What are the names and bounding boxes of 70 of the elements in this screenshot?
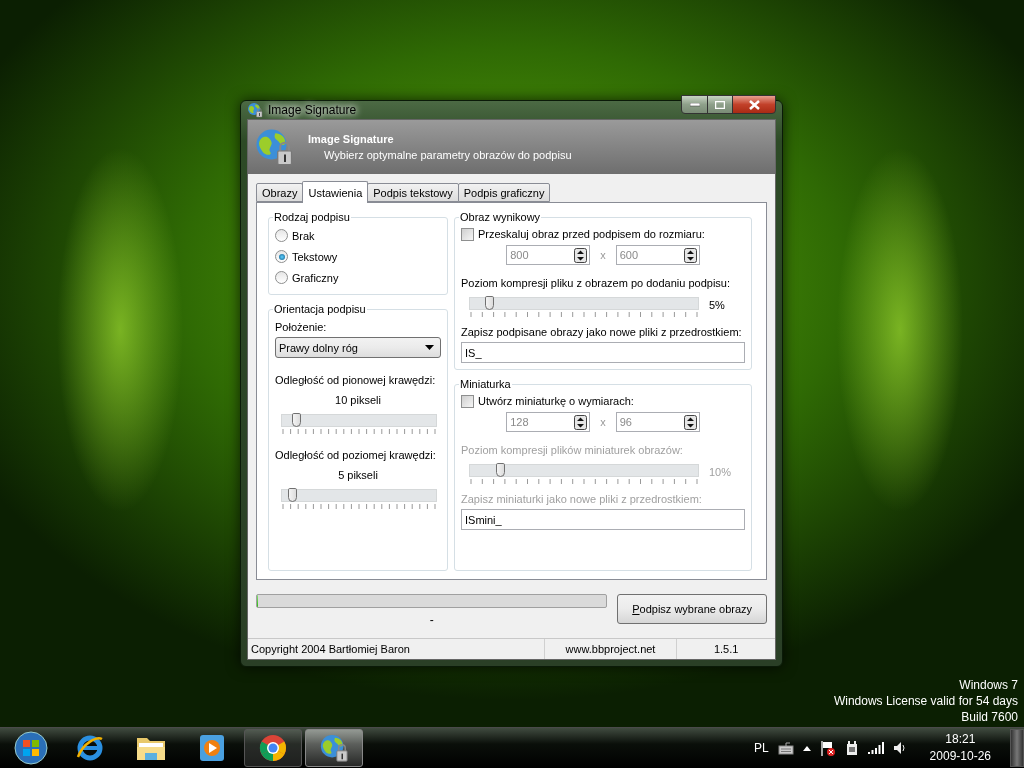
field-label: Poziom kompresji pliku z obrazem po dodaniu podpisu:	[461, 277, 732, 289]
close-icon	[748, 99, 760, 110]
power-plug-icon[interactable]	[844, 740, 859, 756]
clock[interactable]: 18:21 2009-10-26	[929, 731, 991, 765]
keyboard-icon[interactable]	[777, 741, 794, 755]
radio-button[interactable]	[275, 271, 288, 284]
language-indicator[interactable]: PL	[753, 741, 769, 755]
signal-bars-icon[interactable]	[867, 742, 884, 754]
radio-option[interactable]: Tekstowy	[275, 246, 441, 267]
slider-thumb[interactable]	[292, 413, 302, 427]
slider-thumb[interactable]	[485, 296, 495, 310]
field-label: Odległość od pionowej krawędzi:	[275, 374, 437, 386]
group-title: Obraz wynikowy	[459, 211, 542, 223]
globe-lock-icon	[254, 127, 294, 167]
times-sign: x	[600, 416, 606, 428]
header-title: Image Signature	[308, 133, 395, 145]
field-label: Poziom kompresji plików miniaturek obrazów:	[461, 444, 684, 456]
desktop-notice-text: Windows 7	[959, 677, 1018, 693]
globe-e-icon	[75, 733, 105, 763]
field-label: Zapisz podpisane obrazy jako nowe pliki z przedrostkiem:	[461, 326, 743, 338]
close-button[interactable]	[732, 95, 776, 114]
speaker-icon[interactable]	[892, 741, 907, 755]
flag-error-icon[interactable]	[819, 740, 836, 756]
times-sign: x	[600, 249, 606, 261]
field-label: Położenie:	[275, 321, 328, 333]
group-title: Rodzaj podpisu	[273, 211, 351, 223]
group-title: Orientacja podpisu	[273, 303, 367, 315]
play-icon	[199, 734, 225, 762]
header-subtitle: Wybierz optymalne parametry obrazów do podpisu	[323, 149, 572, 161]
chrome-logo-icon	[258, 733, 288, 763]
desktop-notice-text: Build 7600	[961, 709, 1018, 725]
taskbar-button[interactable]	[305, 729, 363, 767]
status-text: Copyright 2004 Bartłomiej Baron	[250, 642, 411, 657]
tab[interactable]: Obrazy	[256, 183, 304, 202]
radio-option[interactable]: Brak	[275, 225, 441, 246]
progress-caption: -	[429, 613, 434, 627]
caret-icon	[425, 345, 434, 350]
tab[interactable]: Ustawienia	[302, 181, 369, 203]
position-dropdown[interactable]: Prawy dolny róg	[275, 337, 441, 358]
sign-button[interactable]: Podpisz wybrane obrazy	[617, 594, 767, 624]
status-text: 1.5.1	[676, 639, 775, 659]
field-label: Odległość od poziomej krawędzi:	[275, 449, 437, 461]
slider-reading: 5%	[709, 299, 725, 311]
taskbar-button[interactable]	[244, 729, 302, 767]
spinner-arrows-icon[interactable]	[683, 414, 697, 430]
start-orb-icon	[14, 731, 48, 765]
radio-option[interactable]: Graficzny	[275, 267, 441, 288]
up-arrow-icon[interactable]	[802, 745, 811, 751]
desktop-notice-text: Windows License valid for 54 days	[833, 693, 1018, 709]
radio-button[interactable]	[275, 250, 288, 263]
tab[interactable]: Podpis tekstowy	[367, 183, 459, 202]
minimize-icon	[689, 102, 700, 107]
spinner-arrows-icon[interactable]	[683, 247, 697, 263]
tab[interactable]: Podpis graficzny	[457, 183, 551, 202]
show-desktop-button[interactable]	[1010, 729, 1024, 767]
field-label: Zapisz miniaturki jako nowe pliki z przedrostkiem:	[461, 493, 703, 505]
group-title: Miniaturka	[459, 378, 512, 390]
window-title: Image Signature	[268, 103, 358, 117]
globe-lock-icon	[319, 733, 349, 763]
minimize-button[interactable]	[681, 95, 708, 114]
slider-thumb[interactable]	[287, 488, 297, 502]
slider-reading: 5 pikseli	[338, 469, 378, 481]
prefix-input-field[interactable]: IS_	[461, 342, 745, 363]
maximize-icon	[715, 100, 725, 109]
slider-reading: 10 pikseli	[335, 394, 381, 406]
maximize-button[interactable]	[707, 95, 733, 114]
slider-reading: 10%	[709, 466, 732, 478]
globe-lock-icon	[247, 102, 263, 118]
status-text: www.bbproject.net	[543, 639, 677, 659]
radio-button[interactable]	[275, 229, 288, 242]
